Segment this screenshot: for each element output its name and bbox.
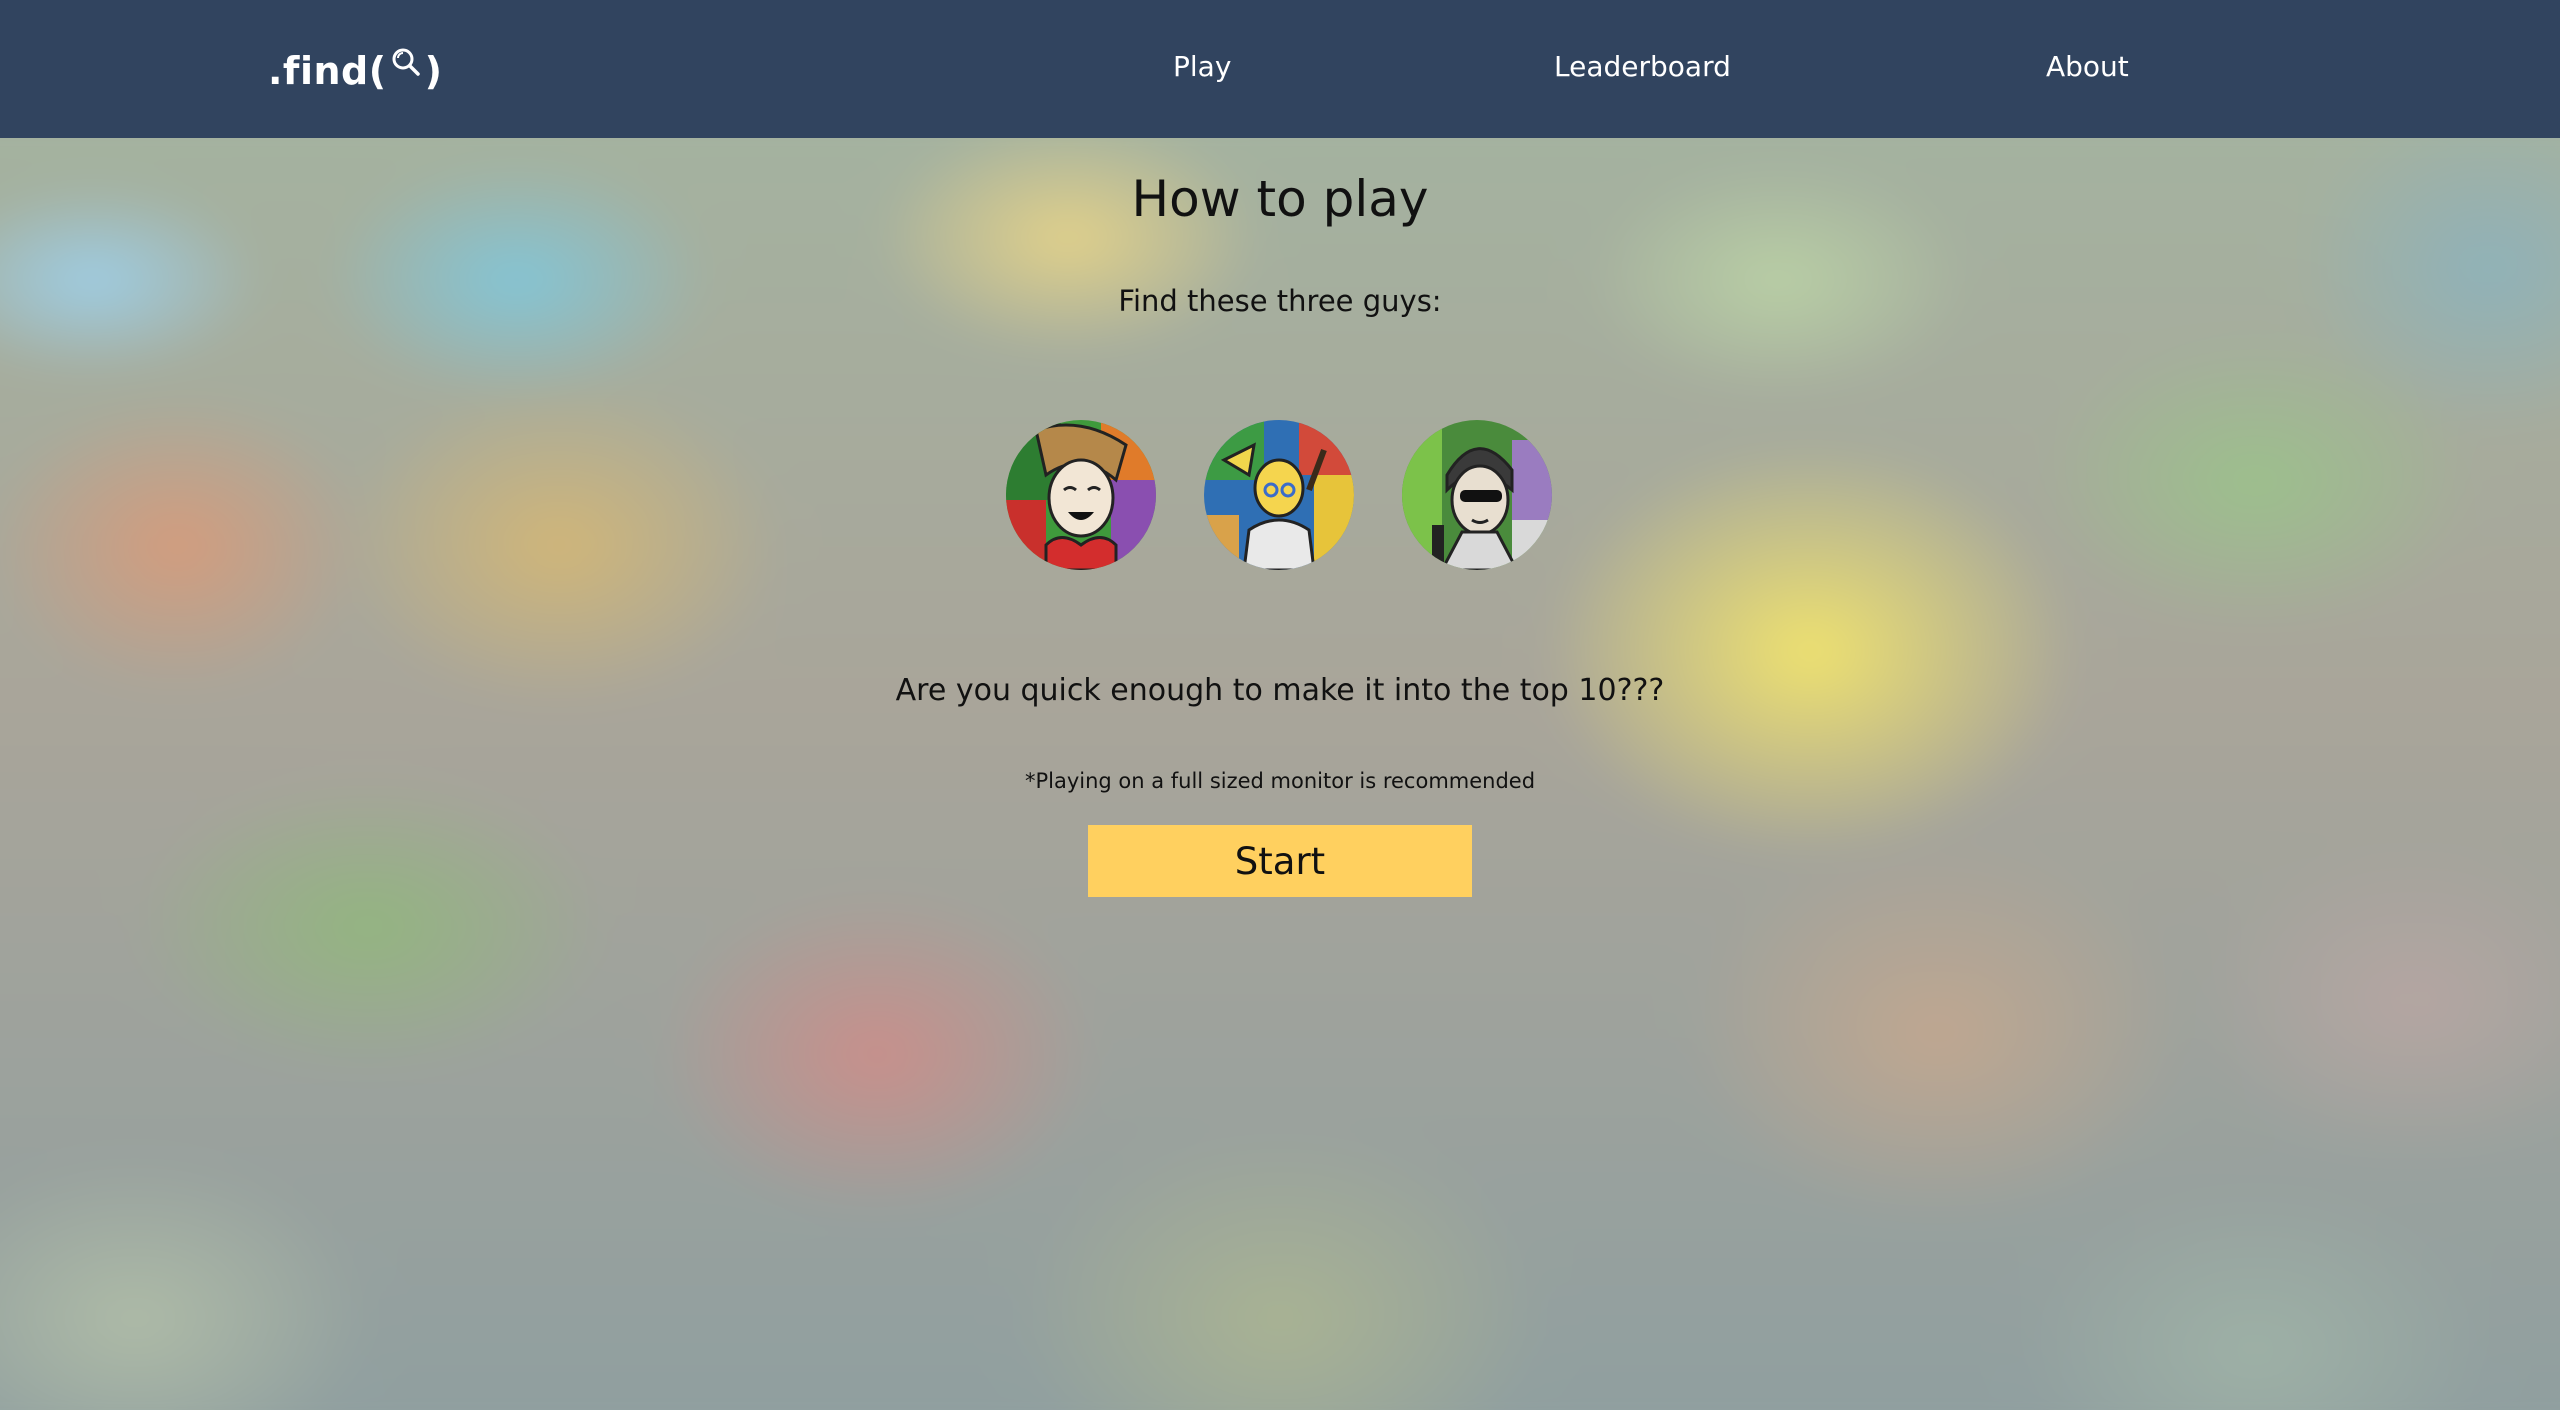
logo-prefix: .find( [268, 49, 387, 93]
nav-leaderboard-link[interactable]: Leaderboard [1554, 50, 1731, 83]
character-blonde-with-paintbrush-icon [1204, 420, 1354, 570]
start-button[interactable]: Start [1088, 825, 1472, 897]
challenge-question: Are you quick enough to make it into the… [895, 673, 1665, 708]
nav-play-link[interactable]: Play [1173, 50, 1231, 83]
monitor-recommendation-note: *Playing on a full sized monitor is reco… [1024, 769, 1536, 793]
how-to-play-panel: How to play Find these three guys: Are y… [0, 138, 2560, 1410]
logo-suffix: ) [424, 49, 443, 93]
navbar: .find( ) Play Leaderboard About [0, 0, 2560, 138]
magnifier-icon [391, 42, 421, 86]
character-man-sunglasses-icon [1402, 420, 1552, 570]
character-woman-red-top-icon [1006, 420, 1156, 570]
instructions-subtitle: Find these three guys: [1118, 284, 1442, 318]
logo[interactable]: .find( ) [268, 42, 443, 100]
nav-about-link[interactable]: About [2046, 50, 2129, 83]
target-characters [1006, 420, 1554, 570]
page-title: How to play [1131, 170, 1429, 228]
